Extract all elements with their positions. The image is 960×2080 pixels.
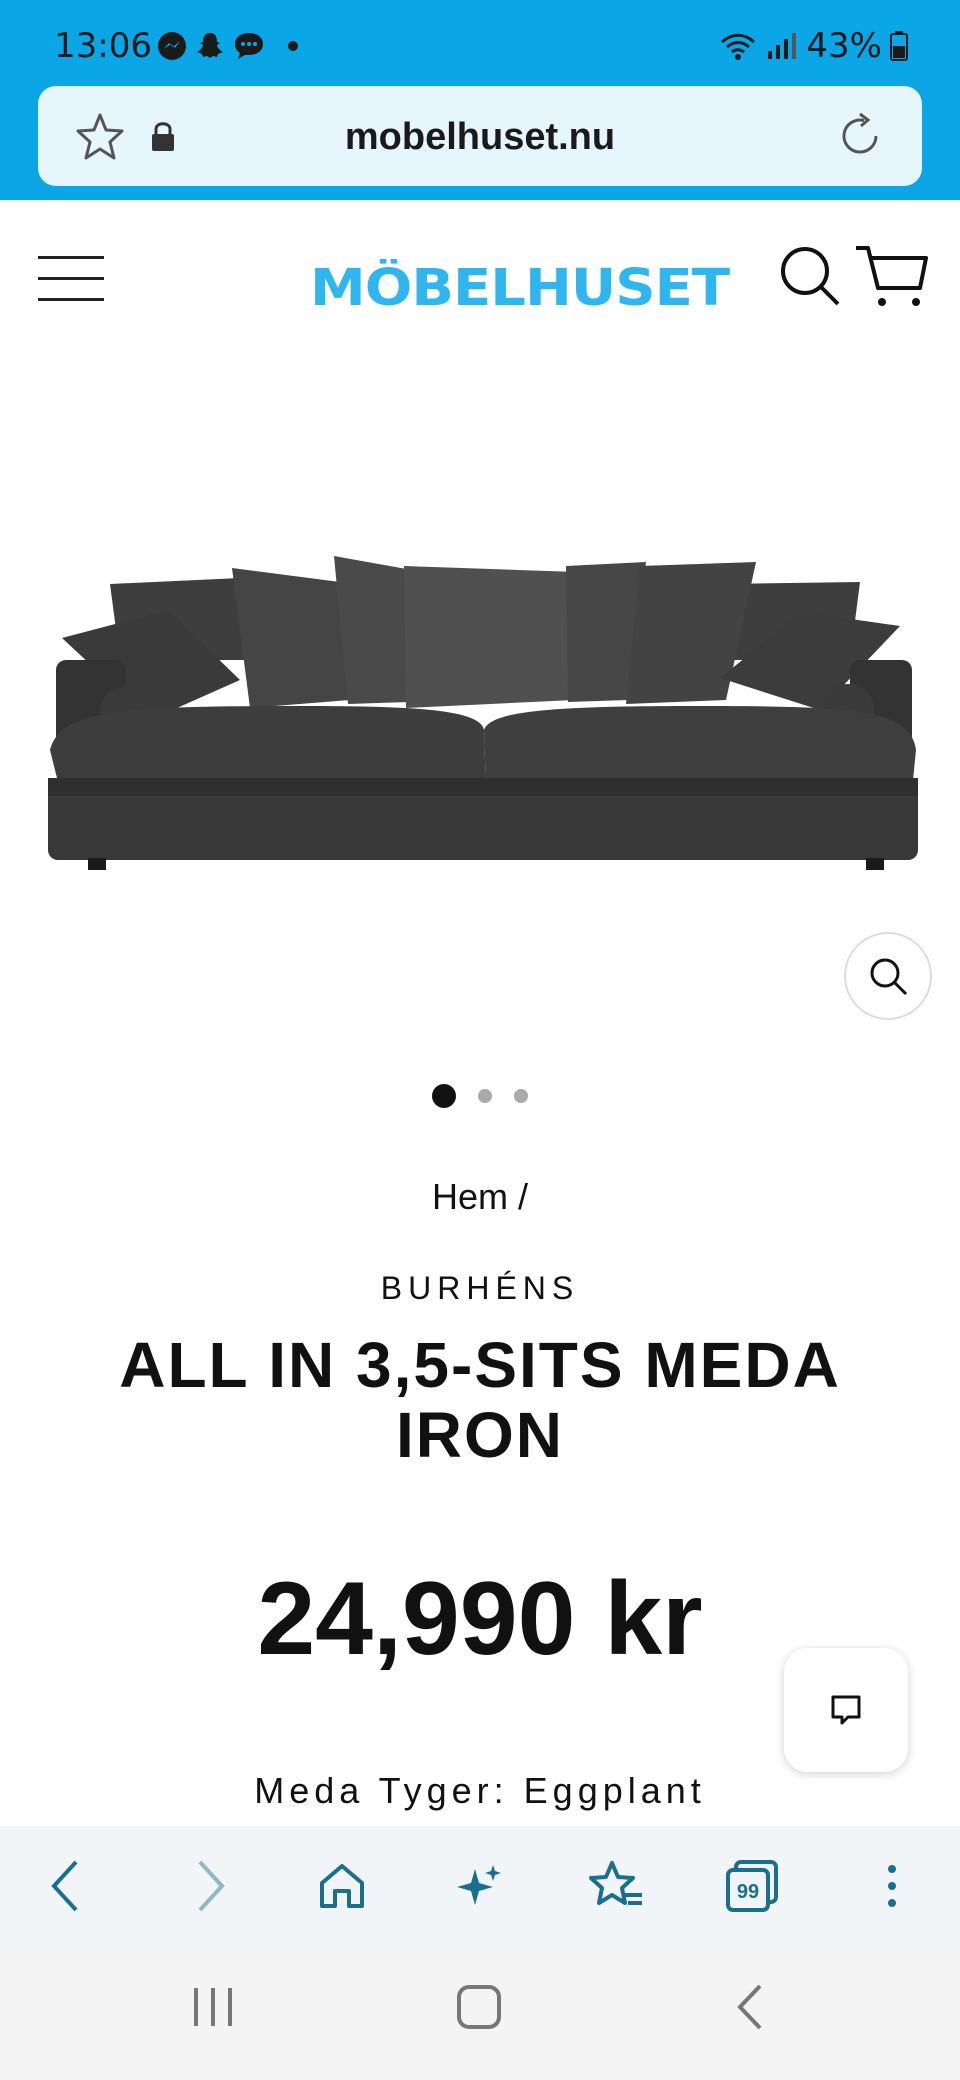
status-bar: 13:06 43% — [0, 0, 960, 88]
chat-bubble-icon — [235, 33, 263, 59]
back-nav-icon[interactable] — [726, 1982, 776, 2032]
browser-chrome-top: 13:06 43% mobelhuset.nu — [0, 0, 960, 200]
chat-button[interactable] — [784, 1648, 908, 1772]
notification-icons — [156, 30, 298, 62]
forward-icon[interactable] — [180, 1856, 240, 1916]
bookmarks-icon[interactable] — [586, 1856, 646, 1916]
zoom-button[interactable] — [844, 932, 932, 1020]
signal-icon — [768, 33, 797, 59]
product-vendor[interactable]: BURHÉNS — [0, 1270, 960, 1307]
hamburger-icon[interactable] — [38, 256, 104, 302]
site-header: MÖBELHUSET — [0, 200, 960, 360]
sofa-image — [48, 556, 918, 870]
breadcrumb[interactable]: Hem / — [0, 1176, 960, 1218]
product-title: ALL IN 3,5-SITS MEDA IRON — [119, 1329, 841, 1471]
battery-percent: 43% — [806, 26, 882, 66]
address-bar[interactable]: mobelhuset.nu — [38, 86, 922, 186]
home-icon[interactable] — [312, 1856, 372, 1916]
more-icon[interactable] — [862, 1856, 922, 1916]
status-right: 43% — [718, 26, 908, 66]
cart-icon[interactable] — [854, 244, 930, 310]
reload-icon[interactable] — [834, 110, 886, 162]
tabs-icon[interactable]: 99 — [722, 1856, 782, 1916]
product-image[interactable] — [0, 360, 960, 1060]
more-notifications-dot — [288, 41, 298, 51]
browser-toolbar: 99 — [0, 1826, 960, 1946]
sparkle-icon[interactable] — [450, 1856, 510, 1916]
tabs-count: 99 — [737, 1881, 759, 1903]
status-time: 13:06 — [54, 26, 152, 66]
home-nav-icon[interactable] — [454, 1982, 504, 2032]
site-logo[interactable]: MÖBELHUSET — [310, 259, 730, 318]
search-icon[interactable] — [778, 244, 842, 308]
messenger-icon — [158, 32, 186, 60]
carousel-dot-3[interactable] — [514, 1089, 528, 1103]
variant-option-label: Meda Tyger: Eggplant — [254, 1770, 706, 1811]
zoom-icon — [870, 958, 908, 996]
url-text[interactable]: mobelhuset.nu — [38, 116, 922, 159]
back-icon[interactable] — [36, 1856, 96, 1916]
recents-icon[interactable] — [188, 1982, 238, 2032]
carousel-dots — [0, 1084, 960, 1108]
battery-icon — [890, 31, 908, 61]
wifi-icon — [721, 33, 756, 60]
carousel-dot-2[interactable] — [478, 1089, 492, 1103]
chat-icon — [831, 1695, 861, 1725]
system-nav-bar — [0, 1946, 960, 2080]
carousel-dot-1[interactable] — [432, 1084, 456, 1108]
snapchat-icon — [197, 33, 223, 58]
